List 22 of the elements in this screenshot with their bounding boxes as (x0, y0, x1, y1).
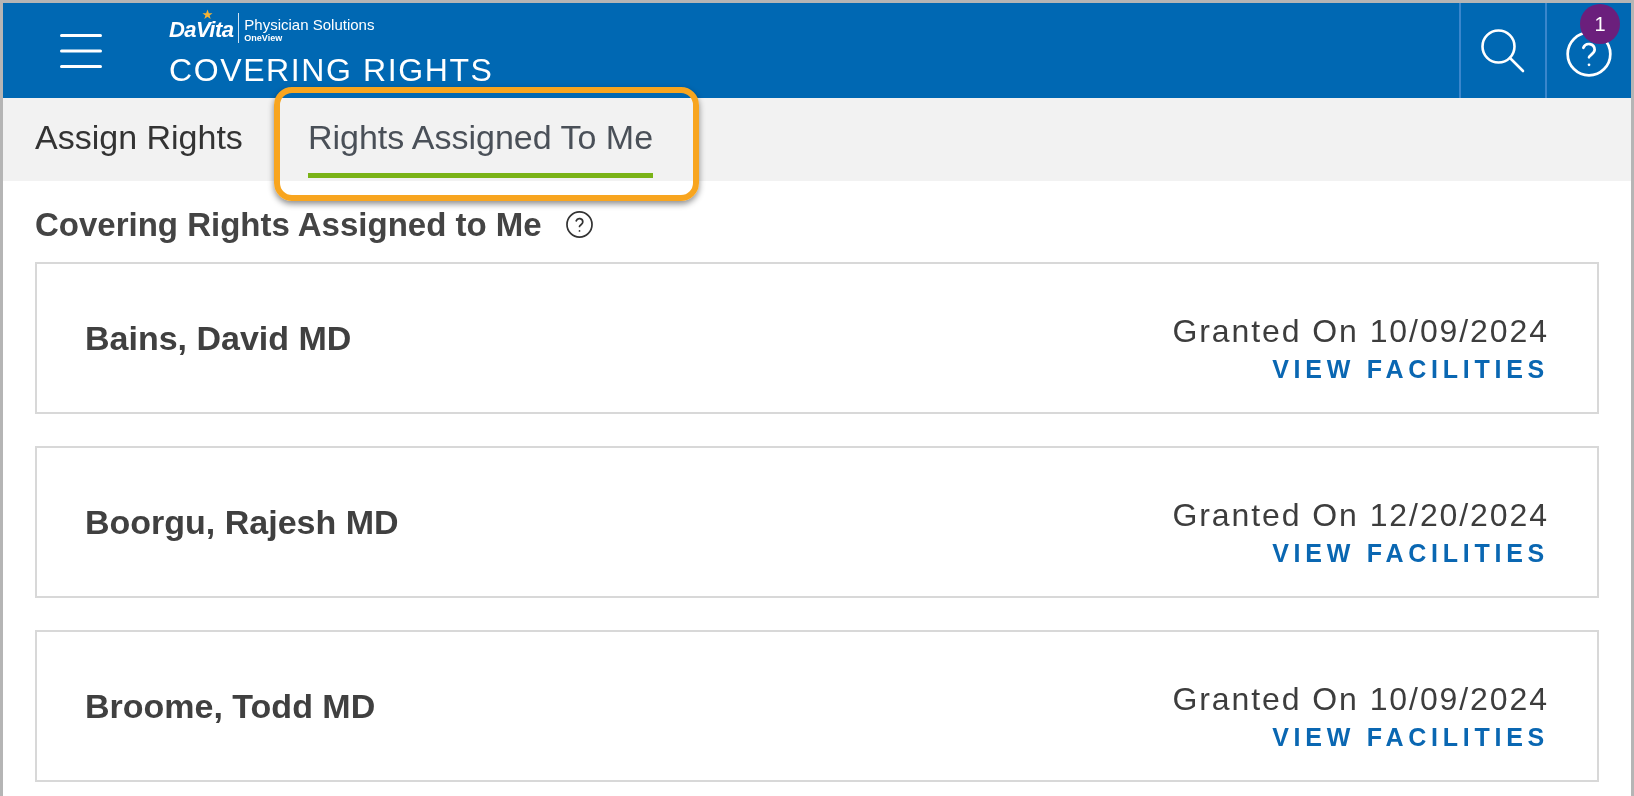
star-icon (202, 9, 213, 20)
search-icon (1481, 28, 1525, 73)
granted-date: Granted On 10/09/2024 (1172, 682, 1549, 715)
granted-date: Granted On 10/09/2024 (1172, 314, 1549, 347)
view-facilities-link[interactable]: VIEW FACILITIES (1272, 724, 1549, 750)
tab[interactable]: Rights Assigned To Me (307, 98, 654, 178)
tab[interactable]: Assign Rights (35, 98, 243, 178)
granted-date: Granted On 12/20/2024 (1172, 498, 1549, 531)
help-icon (565, 210, 593, 238)
notification-badge: 1 (1580, 4, 1620, 44)
logo-product: Physician Solutions (244, 15, 375, 33)
physician-name: Broome, Todd MD (85, 689, 376, 723)
menu-icon (60, 32, 102, 69)
page-title: COVERING RIGHTS (169, 54, 494, 86)
view-facilities-link[interactable]: VIEW FACILITIES (1272, 356, 1549, 382)
view-facilities-link[interactable]: VIEW FACILITIES (1272, 540, 1549, 566)
info-button[interactable] (565, 210, 593, 238)
logo-wordmark: DaVita (169, 19, 234, 41)
physician-name: Boorgu, Rajesh MD (85, 505, 399, 539)
section-title: Covering Rights Assigned to Me (35, 207, 542, 241)
logo-edition: OneView (244, 32, 283, 43)
physician-name: Bains, David MD (85, 321, 352, 355)
